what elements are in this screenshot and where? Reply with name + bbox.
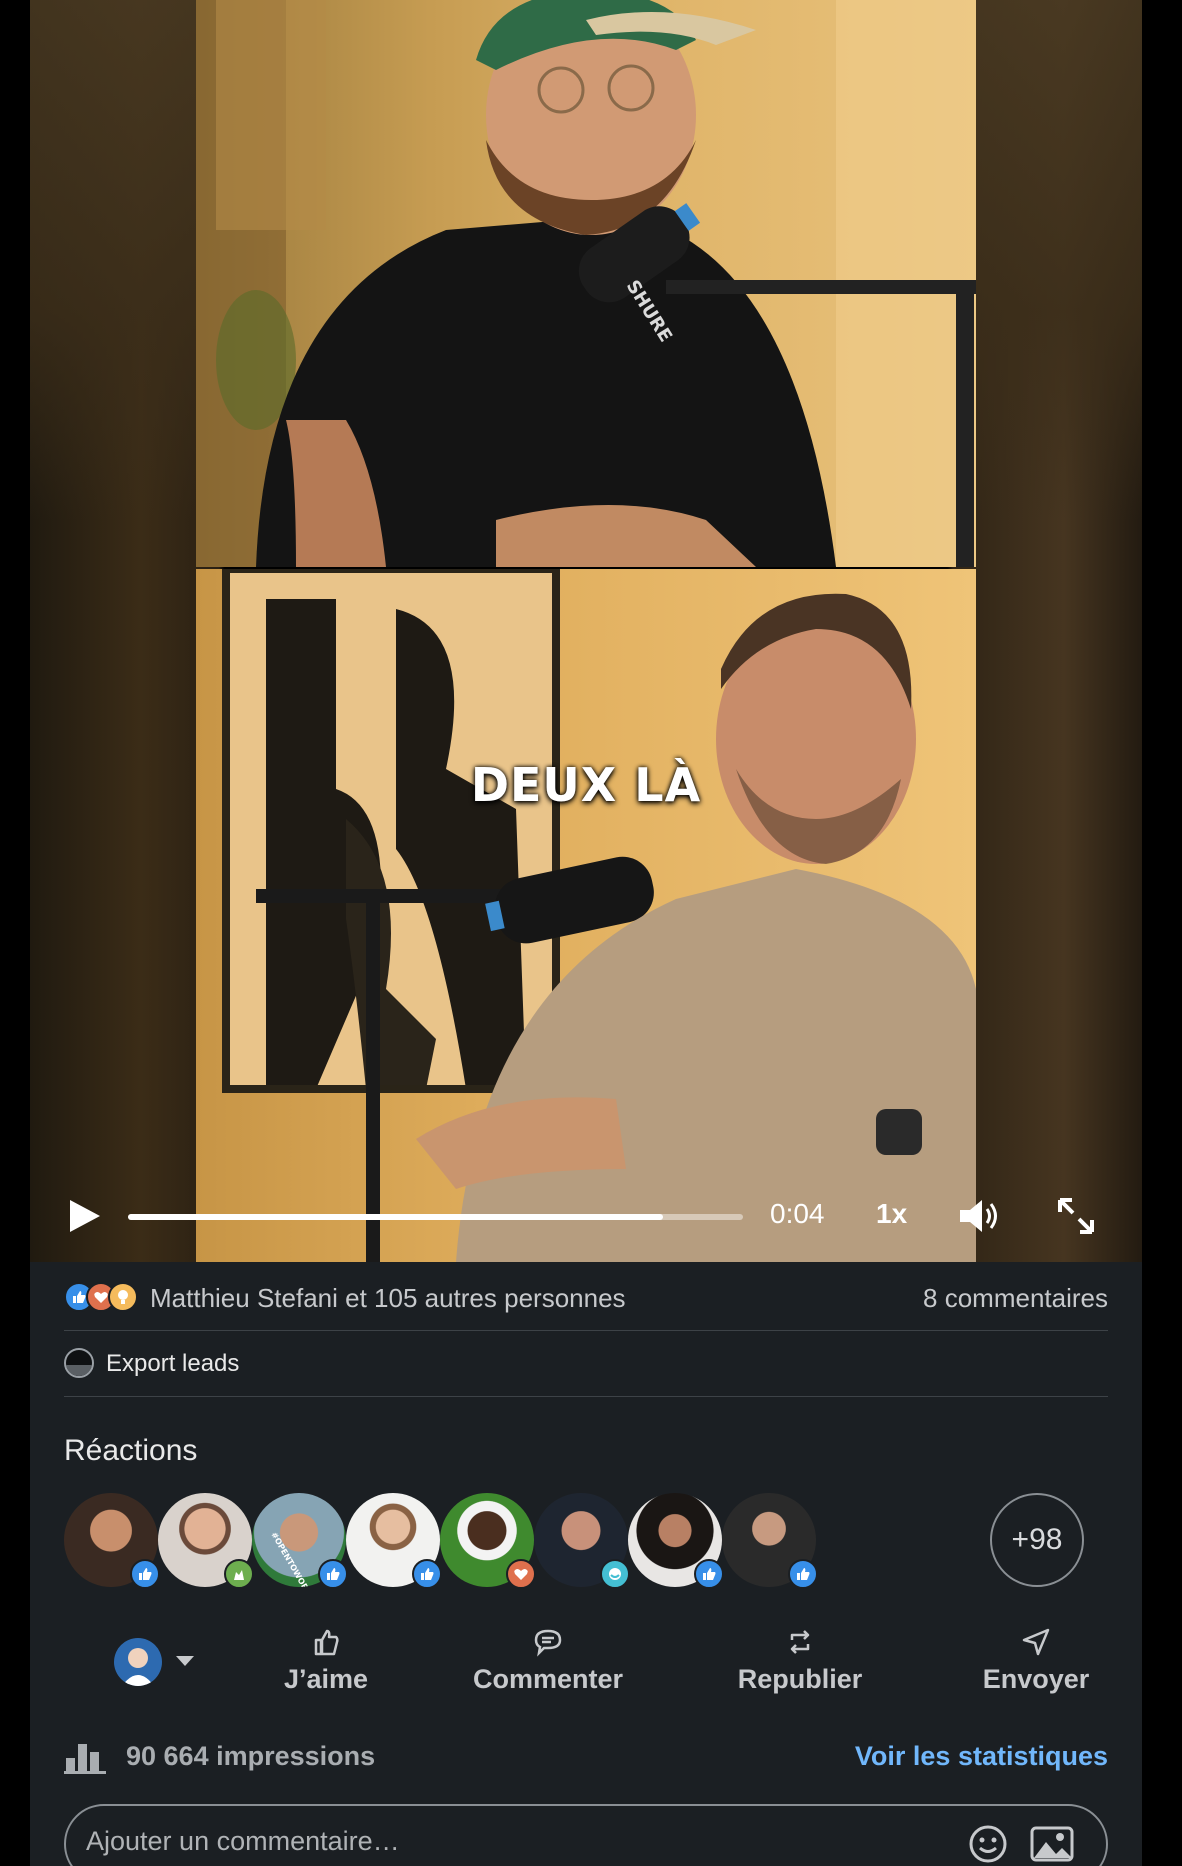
thumbs-up-icon [314, 1629, 339, 1656]
export-leads-label: Export leads [106, 1350, 240, 1377]
video-time: 0:04 [770, 1198, 825, 1229]
repost-icon [790, 1630, 810, 1654]
acting-as-avatar[interactable] [114, 1638, 162, 1686]
reactor-avatar[interactable]: #OPENTOWORK [252, 1493, 348, 1589]
comment-button[interactable]: Commenter [448, 1626, 648, 1698]
speaker-two-scene [222, 569, 976, 1262]
post-stats: 90 664 impressions Voir les statistiques [64, 1738, 1108, 1778]
more-reactors-button[interactable]: +98 [990, 1493, 1084, 1587]
reactor-avatar[interactable] [628, 1493, 724, 1589]
play-icon[interactable] [64, 1196, 104, 1236]
reactor-avatar[interactable] [158, 1493, 254, 1589]
repost-label: Republier [737, 1664, 863, 1694]
comment-icon [534, 1629, 562, 1657]
insightful-reaction-icon [108, 1282, 138, 1312]
impressions-count: 90 664 impressions [126, 1741, 376, 1771]
emoji-icon[interactable] [968, 1824, 1008, 1864]
like-label: J’aime [283, 1664, 369, 1694]
send-label: Envoyer [982, 1664, 1090, 1694]
volume-icon[interactable] [958, 1196, 1002, 1236]
comments-count[interactable]: 8 commentaires [923, 1283, 1108, 1314]
analytics-bars-icon [64, 1744, 106, 1774]
divider [64, 1330, 1108, 1331]
like-badge-icon [318, 1559, 348, 1589]
like-badge-icon [788, 1559, 818, 1589]
post-card: SHURE DEUX LÀ 0:04 1x Matthieu Stefani e… [30, 0, 1142, 1866]
social-counts: Matthieu Stefani et 105 autres personnes… [64, 1278, 1108, 1318]
celebrate-badge-icon [224, 1559, 254, 1589]
video-caption: DEUX LÀ [470, 758, 702, 812]
funny-badge-icon [600, 1559, 630, 1589]
reactions-heading: Réactions [64, 1434, 198, 1467]
divider [64, 1396, 1108, 1397]
video-controls: 0:04 1x [30, 1180, 1142, 1250]
like-badge-icon [412, 1559, 442, 1589]
comment-label: Commenter [472, 1664, 624, 1694]
reactors-summary[interactable]: Matthieu Stefani et 105 autres personnes [150, 1283, 626, 1314]
reactor-avatar[interactable] [534, 1493, 630, 1589]
reactor-avatar[interactable] [440, 1493, 536, 1589]
video-panel-top: SHURE [196, 0, 976, 567]
send-button[interactable]: Envoyer [936, 1626, 1136, 1698]
video-panel-bottom [196, 569, 976, 1262]
reaction-icons[interactable] [64, 1282, 144, 1314]
export-leads-icon [64, 1348, 94, 1378]
video-progress-bar[interactable] [128, 1214, 743, 1220]
playback-speed-button[interactable]: 1x [876, 1198, 907, 1230]
image-icon[interactable] [1030, 1824, 1074, 1864]
send-icon [1022, 1628, 1050, 1656]
video-frame[interactable]: SHURE DEUX LÀ [196, 0, 976, 1262]
reactors-avatar-list: #OPENTOWORK +98 [64, 1493, 1108, 1589]
chevron-down-icon[interactable] [176, 1656, 194, 1666]
post-action-bar: J’aime Commenter Republier Envoyer [64, 1620, 1108, 1700]
fullscreen-icon[interactable] [1056, 1196, 1096, 1236]
video-progress-fill [128, 1214, 664, 1220]
like-badge-icon [694, 1559, 724, 1589]
video-player[interactable]: SHURE DEUX LÀ 0:04 1x [30, 0, 1142, 1262]
reactor-avatar[interactable] [346, 1493, 442, 1589]
page: SHURE DEUX LÀ 0:04 1x Matthieu Stefani e… [0, 0, 1182, 1866]
like-button[interactable]: J’aime [226, 1626, 426, 1698]
view-stats-link[interactable]: Voir les statistiques [855, 1741, 1108, 1772]
reactor-avatar[interactable] [722, 1493, 818, 1589]
repost-button[interactable]: Republier [700, 1626, 900, 1698]
like-badge-icon [130, 1559, 160, 1589]
open-to-work-text: #OPENTOWORK [269, 1530, 313, 1587]
comment-placeholder: Ajouter un commentaire… [86, 1826, 400, 1856]
reactor-avatar[interactable] [64, 1493, 160, 1589]
love-badge-icon [506, 1559, 536, 1589]
speaker-one-scene: SHURE [196, 0, 976, 567]
comment-input[interactable]: Ajouter un commentaire… [64, 1804, 1108, 1866]
